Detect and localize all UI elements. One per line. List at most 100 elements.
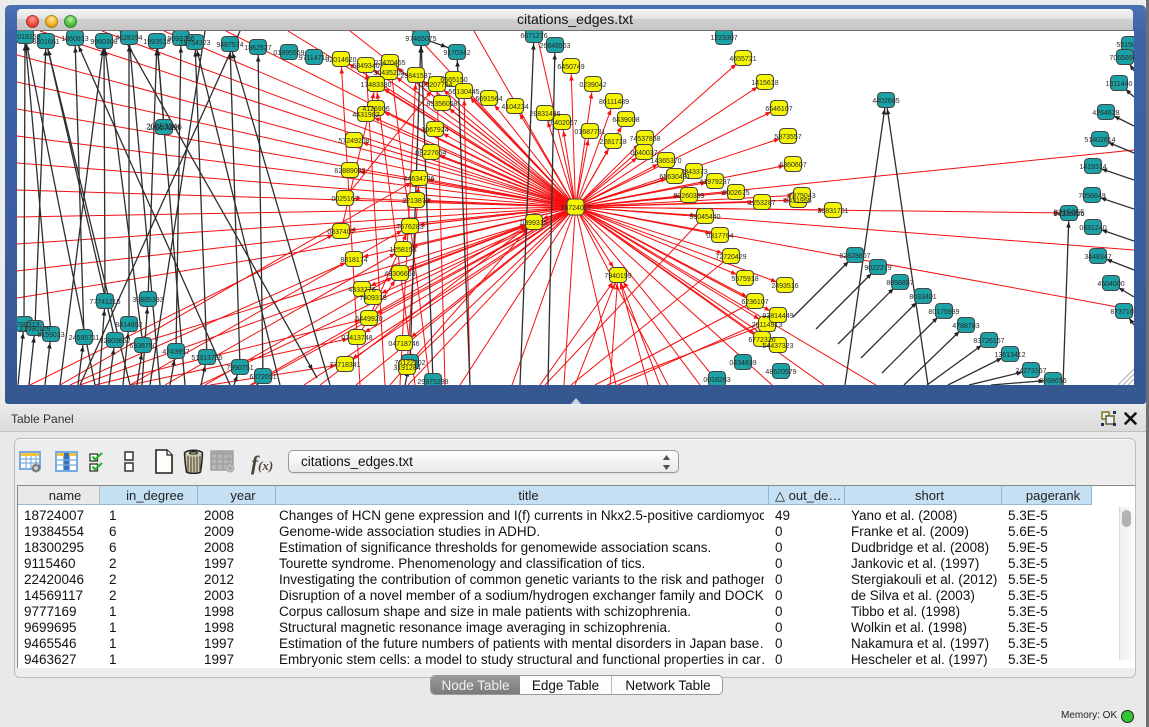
svg-text:2281718: 2281718	[599, 139, 626, 146]
svg-text:1253287: 1253287	[748, 200, 775, 207]
svg-text:9960308: 9960308	[90, 39, 117, 46]
svg-text:9170342: 9170342	[443, 50, 470, 57]
svg-text:79754323: 79754323	[179, 40, 210, 47]
svg-text:1258153: 1258153	[389, 247, 416, 254]
svg-text:09260309: 09260309	[673, 193, 704, 200]
svg-text:3268656: 3268656	[1039, 378, 1066, 385]
svg-text:49306668: 49306668	[384, 271, 415, 278]
svg-text:4402685: 4402685	[872, 98, 899, 105]
svg-text:1415618: 1415618	[751, 80, 778, 87]
svg-text:82828807: 82828807	[839, 253, 870, 260]
svg-text:18724007: 18724007	[560, 205, 591, 212]
svg-text:4104234: 4104234	[501, 104, 528, 111]
svg-text:6338750: 6338750	[129, 343, 156, 350]
svg-text:8033401: 8033401	[909, 294, 936, 301]
svg-text:44634786: 44634786	[403, 176, 434, 183]
svg-text:24595711: 24595711	[69, 335, 100, 342]
svg-text:72720429: 72720429	[715, 254, 746, 261]
svg-text:80175989: 80175989	[928, 309, 959, 316]
svg-text:0239042: 0239042	[579, 82, 606, 89]
svg-text:41979237: 41979237	[699, 179, 730, 186]
svg-text:83726167: 83726167	[973, 338, 1004, 345]
svg-text:56130445: 56130445	[448, 89, 479, 96]
svg-text:6671276: 6671276	[520, 33, 547, 40]
svg-text:74537838: 74537838	[629, 136, 660, 143]
svg-text:82889093: 82889093	[334, 168, 365, 175]
svg-text:2213878: 2213878	[402, 198, 429, 205]
svg-text:6450749: 6450749	[557, 64, 584, 71]
svg-text:8058887: 8058887	[886, 280, 913, 287]
svg-text:04718746: 04718746	[388, 341, 419, 348]
svg-text:6439008: 6439008	[612, 117, 639, 124]
svg-text:6236107: 6236107	[741, 299, 768, 306]
svg-text:7940199: 7940199	[604, 273, 631, 280]
svg-text:51402614: 51402614	[1084, 137, 1115, 144]
svg-text:3191284: 3191284	[393, 365, 420, 372]
svg-text:4743957: 4743957	[162, 349, 189, 356]
svg-text:97465075: 97465075	[405, 36, 436, 43]
svg-text:77718341: 77718341	[329, 362, 360, 369]
svg-text:26114913: 26114913	[752, 322, 783, 329]
svg-text:0831240: 0831240	[1079, 225, 1106, 232]
svg-text:8159013: 8159013	[37, 332, 64, 339]
svg-text:4333776: 4333776	[348, 287, 375, 294]
svg-text:6002675: 6002675	[722, 190, 749, 197]
svg-text:1311440: 1311440	[1106, 81, 1133, 88]
svg-text:4504000: 4504000	[1097, 281, 1124, 288]
svg-text:0018263: 0018263	[703, 377, 730, 384]
svg-text:4788783: 4788783	[952, 323, 979, 330]
svg-text:8818174: 8818174	[340, 257, 367, 264]
svg-text:22470455: 22470455	[374, 60, 405, 67]
svg-text:0317764: 0317764	[706, 233, 733, 240]
svg-text:93814449: 93814449	[762, 313, 793, 320]
svg-text:1223307: 1223307	[710, 35, 737, 42]
svg-text:6565150: 6565150	[440, 77, 467, 84]
svg-text:29841537: 29841537	[400, 73, 431, 80]
svg-text:3448347: 3448347	[1084, 254, 1111, 261]
svg-text:86111489: 86111489	[599, 99, 629, 106]
svg-text:70658948: 70658948	[1109, 55, 1134, 62]
svg-text:2493516: 2493516	[771, 283, 798, 290]
svg-text:29975288: 29975288	[417, 379, 448, 385]
svg-text:38885393: 38885393	[132, 297, 163, 304]
svg-text:01687731: 01687731	[574, 129, 605, 136]
svg-text:0837407: 0837407	[327, 229, 354, 236]
svg-text:6360607: 6360607	[779, 162, 806, 169]
svg-text:4655721: 4655721	[729, 56, 756, 63]
svg-text:76402067: 76402067	[546, 120, 577, 127]
svg-text:07413748: 07413748	[341, 335, 372, 342]
svg-text:6372651: 6372651	[249, 374, 276, 381]
svg-text:9022279: 9022279	[864, 265, 891, 272]
svg-text:5873557: 5873557	[774, 134, 801, 141]
svg-text:4264628: 4264628	[1092, 110, 1119, 117]
svg-text:9487574: 9487574	[216, 42, 243, 49]
svg-text:4431982: 4431982	[352, 112, 379, 119]
svg-text:8414852: 8414852	[115, 322, 142, 329]
svg-text:1419314: 1419314	[1079, 164, 1106, 171]
svg-text:6691564: 6691564	[475, 96, 502, 103]
svg-text:28907866: 28907866	[148, 125, 179, 132]
svg-text:57249208: 57249208	[338, 138, 369, 145]
svg-text:0640037: 0640037	[630, 150, 657, 157]
svg-text:5515058: 5515058	[1116, 42, 1134, 49]
svg-text:6546107: 6546107	[765, 106, 792, 113]
svg-text:8737167: 8737167	[1110, 309, 1134, 316]
svg-text:14365370: 14365370	[650, 158, 681, 165]
svg-text:7375043: 7375043	[788, 193, 815, 200]
svg-text:08227654: 08227654	[415, 150, 446, 157]
svg-text:8301661: 8301661	[32, 39, 59, 46]
svg-text:7343373: 7343373	[680, 169, 707, 176]
svg-text:4628194: 4628194	[115, 35, 142, 42]
svg-text:84335326: 84335326	[1053, 211, 1084, 218]
svg-text:38831701: 38831701	[817, 208, 848, 215]
svg-text:0434839: 0434839	[729, 360, 756, 367]
svg-text:5575918: 5575918	[731, 276, 758, 283]
svg-text:85356068: 85356068	[426, 101, 457, 108]
svg-text:51313735: 51313735	[191, 355, 222, 362]
svg-text:1862527: 1862527	[244, 45, 271, 52]
svg-text:48620579: 48620579	[765, 369, 796, 376]
svg-text:1860913: 1860913	[61, 36, 88, 43]
svg-text:59045440: 59045440	[689, 214, 720, 221]
svg-text:1067924: 1067924	[421, 127, 448, 134]
svg-text:7576283: 7576283	[396, 224, 423, 231]
